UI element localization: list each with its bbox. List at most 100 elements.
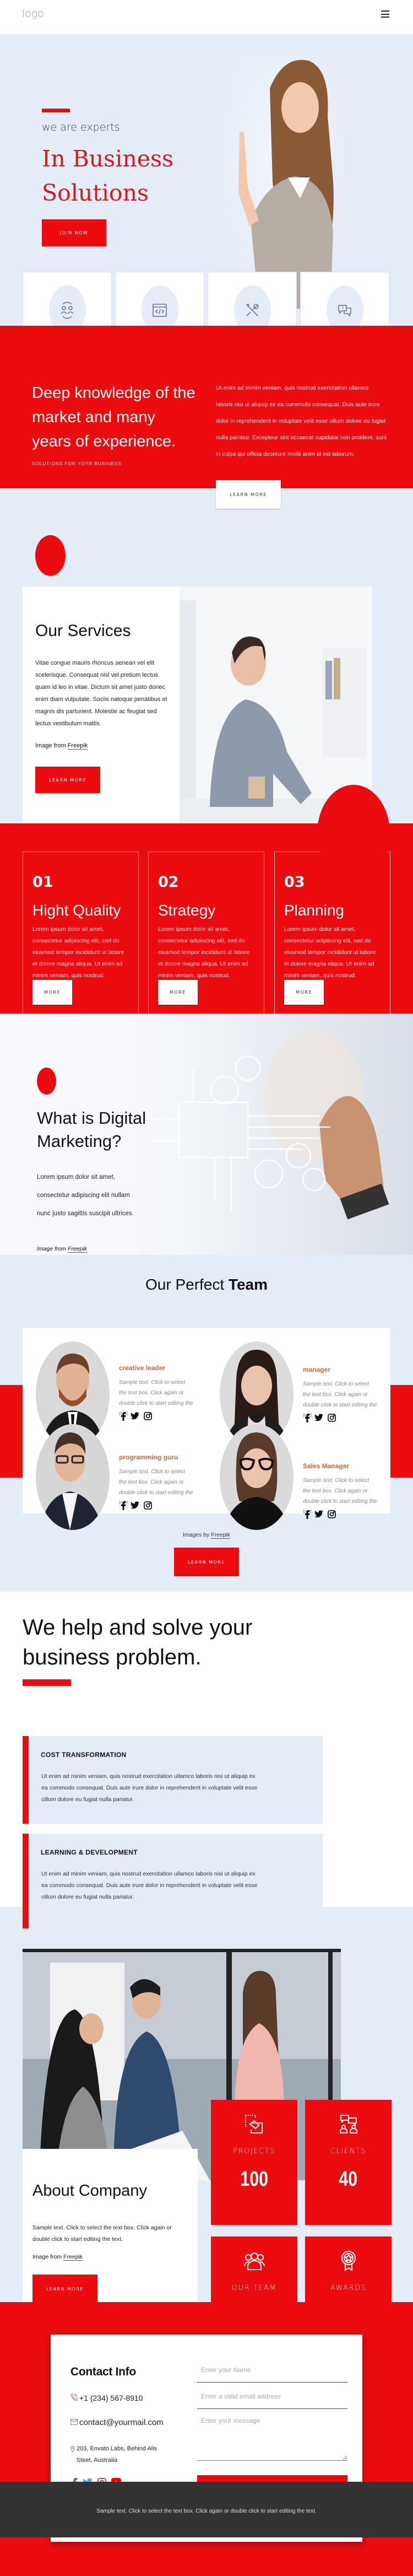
contact-phone[interactable]: +1 (234) 567-8910 — [70, 2393, 143, 2403]
more-button[interactable]: MORE — [32, 980, 72, 1005]
digital-body: Lorem ipsum dolor sit amet, consectetur … — [37, 1174, 134, 1217]
twitter-icon[interactable] — [131, 1501, 139, 1513]
digital-title-line: Marketing? — [37, 1131, 122, 1151]
clients-chat-icon — [339, 2115, 357, 2133]
name-input[interactable] — [197, 2358, 347, 2383]
help-accent-bar — [23, 1679, 71, 1686]
services-card: Our Services Vitae congue mauris rhoncus… — [23, 586, 180, 828]
twitter-icon[interactable] — [131, 1412, 139, 1424]
pillar-number: 02 — [158, 874, 179, 891]
logo[interactable]: logo — [22, 8, 44, 20]
decorative-circle — [37, 1068, 56, 1095]
member-social-links — [305, 1414, 336, 1425]
stat-card-projects: PROJECTS 100 — [211, 2100, 297, 2225]
site-header: logo — [0, 0, 413, 34]
knowledge-body: Ut enim ad minim veniam, quis nostrud ex… — [216, 385, 387, 457]
hamburger-menu-icon[interactable] — [381, 10, 389, 18]
pillar-number: 03 — [284, 874, 305, 891]
member-role: creative leader — [119, 1364, 166, 1372]
instagram-icon[interactable] — [328, 1510, 336, 1522]
help-item-heading: LEARNING & DEVELOPMENT — [41, 1849, 138, 1856]
footer-text: Sample text. Click to select the text bo… — [96, 2508, 317, 2514]
more-button[interactable]: MORE — [284, 980, 324, 1005]
stat-label: CLIENTS — [330, 2147, 366, 2155]
learn-more-button[interactable]: LEARN MORE — [35, 767, 100, 793]
message-textarea[interactable] — [197, 2410, 347, 2461]
freepik-link[interactable]: Freepik — [63, 2254, 83, 2261]
digital-circuit-photo — [138, 1014, 413, 1255]
team-member: Sales Manager Sample text. Click to sele… — [206, 1424, 377, 1534]
learn-more-button[interactable]: LEARN MORE — [216, 480, 281, 509]
hero-title-line: In Business — [42, 145, 174, 172]
contact-address-text: 203, Envato Labs, Behind Alis Steet, Aus… — [77, 2445, 157, 2464]
phone-icon — [70, 2393, 78, 2403]
stat-label: PROJECTS — [233, 2147, 275, 2155]
hero-kicker: we are experts — [42, 121, 120, 133]
facebook-icon[interactable] — [305, 1510, 310, 1522]
twitter-icon[interactable] — [314, 1510, 323, 1522]
avatar — [220, 1424, 294, 1530]
instagram-icon[interactable] — [144, 1501, 152, 1513]
help-item-body: Ut enim ad minim veniam, quis nostrud ex… — [41, 1773, 258, 1803]
location-pin-icon — [70, 2445, 75, 2457]
freepik-link[interactable]: Freepik — [67, 742, 88, 750]
pillar-title: Planning — [284, 902, 344, 919]
award-icon — [341, 2251, 356, 2271]
help-item-heading: COST TRANSFORMATION — [41, 1751, 127, 1759]
freepik-link[interactable]: Freepik — [68, 1246, 88, 1253]
more-button[interactable]: MORE — [158, 980, 198, 1005]
credit-prefix: Images by — [182, 1532, 211, 1538]
stat-value: 40 — [339, 2168, 358, 2191]
facebook-icon[interactable] — [121, 1501, 126, 1513]
learn-more-button[interactable]: LEARN MORE — [174, 1548, 239, 1576]
svg-text:?: ? — [341, 306, 344, 311]
pillar-body: Lorem ipsum dolor sit amet, consectetur … — [284, 926, 376, 979]
credit-prefix: Image from — [37, 1246, 68, 1252]
services-body: Vitae congue mauris rhoncus aenean vel e… — [35, 660, 167, 727]
image-credit: Image from Freepik — [37, 1246, 88, 1253]
learn-more-button[interactable]: LEARN MORE — [32, 2275, 97, 2303]
member-role: manager — [303, 1366, 331, 1373]
hero-title: In Business Solutions — [42, 142, 173, 210]
image-credit: Images by Freepik — [0, 1532, 413, 1539]
image-credit: Image from Freepik — [35, 742, 88, 750]
site-footer: Sample text. Click to select the text bo… — [0, 2482, 413, 2537]
instagram-icon[interactable] — [328, 1414, 336, 1425]
email-input[interactable] — [197, 2384, 347, 2409]
decorative-circle — [317, 785, 390, 881]
help-item: LEARNING & DEVELOPMENT Ut enim ad minim … — [23, 1834, 323, 1921]
contact-address: 203, Envato Labs, Behind Alis Steet, Aus… — [70, 2443, 170, 2466]
member-social-links — [305, 1510, 336, 1522]
help-title: We help and solve your business problem. — [23, 1615, 253, 1669]
credit-prefix: Image from — [35, 742, 68, 749]
twitter-icon[interactable] — [314, 1414, 323, 1425]
contact-phone-text: +1 (234) 567-8910 — [79, 2394, 143, 2402]
avatar — [36, 1424, 110, 1530]
team-title-light: Our Perfect — [145, 1276, 229, 1293]
hero-accent-bar — [42, 109, 70, 112]
facebook-icon[interactable] — [305, 1414, 310, 1425]
help-item-body: Ut enim ad minim veniam, quis nostrud ex… — [41, 1871, 258, 1900]
member-role: Sales Manager — [303, 1462, 350, 1470]
credit-prefix: Image from — [32, 2254, 64, 2260]
join-now-button[interactable]: JOIN NOW — [42, 219, 106, 246]
hero-title-line: Solutions — [42, 180, 149, 206]
digital-title-line: What is Digital — [37, 1108, 146, 1128]
instagram-icon[interactable] — [144, 1412, 152, 1424]
facebook-icon[interactable] — [121, 1412, 126, 1424]
about-body: Sample text. Click to select the text bo… — [32, 2224, 172, 2243]
projects-icon — [244, 2115, 263, 2133]
email-icon — [70, 2418, 78, 2427]
knowledge-title: Deep knowledge of the market and many ye… — [32, 384, 195, 450]
stat-label: OUR TEAM — [231, 2284, 277, 2292]
knowledge-section: Deep knowledge of the market and many ye… — [0, 326, 413, 509]
stat-card-clients: CLIENTS 40 — [305, 2100, 392, 2225]
contact-email[interactable]: contact@yourmail.com — [70, 2418, 164, 2427]
freepik-link[interactable]: Freepik — [211, 1532, 231, 1539]
image-credit: Image from Freepik — [32, 2254, 83, 2261]
stat-value: 100 — [240, 2168, 268, 2191]
member-social-links — [121, 1501, 152, 1513]
hero-woman-photo — [218, 55, 344, 309]
member-role: programming guru — [119, 1453, 178, 1461]
team-member: programming guru Sample text. Click to s… — [23, 1424, 193, 1534]
